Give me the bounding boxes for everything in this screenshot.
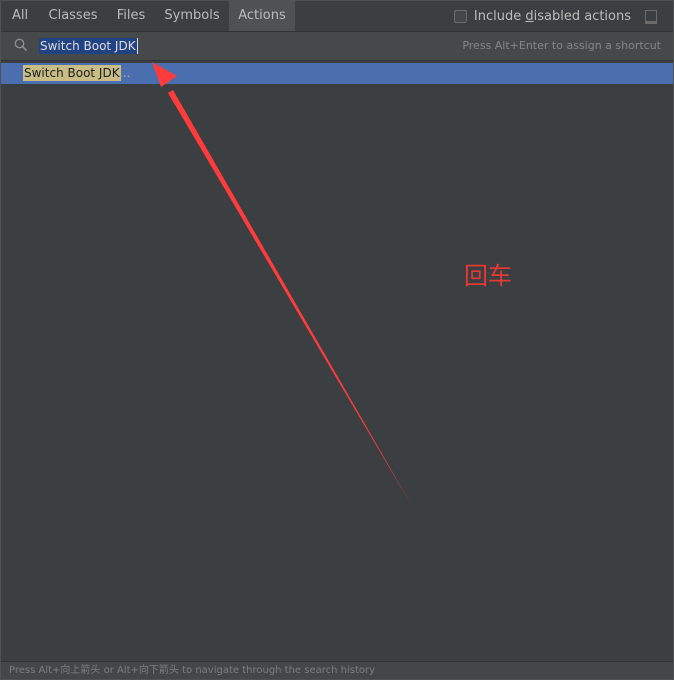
result-label: Switch Boot JDK bbox=[23, 65, 121, 81]
tab-symbols[interactable]: Symbols bbox=[155, 1, 229, 31]
status-footer: Press Alt+向上箭头 or Alt+向下箭头 to navigate t… bbox=[1, 661, 673, 679]
tab-actions[interactable]: Actions bbox=[229, 1, 295, 31]
tab-files[interactable]: Files bbox=[107, 1, 155, 31]
shortcut-hint: Press Alt+Enter to assign a shortcut bbox=[462, 39, 661, 52]
search-bar: Switch Boot JDK Press Alt+Enter to assig… bbox=[1, 32, 673, 61]
result-item-switch-boot-jdk[interactable]: Switch Boot JDK ... bbox=[1, 63, 673, 84]
search-everywhere-popup: All Classes Files Symbols Actions Includ… bbox=[0, 0, 674, 680]
include-disabled-checkbox[interactable] bbox=[453, 9, 467, 23]
include-disabled-actions-toggle[interactable]: Include disabled actions bbox=[453, 1, 631, 31]
pin-window-icon[interactable] bbox=[645, 10, 657, 24]
tab-classes[interactable]: Classes bbox=[39, 1, 107, 31]
annotation-arrow bbox=[152, 62, 412, 506]
search-input[interactable]: Switch Boot JDK bbox=[39, 38, 138, 54]
tab-all[interactable]: All bbox=[1, 1, 39, 31]
footer-hint: Press Alt+向上箭头 or Alt+向下箭头 to navigate t… bbox=[9, 665, 376, 676]
result-ellipsis: ... bbox=[119, 66, 131, 80]
search-icon bbox=[14, 38, 28, 52]
include-disabled-label: Include disabled actions bbox=[473, 8, 631, 24]
annotation-text: 回车 bbox=[464, 262, 512, 290]
tab-bar: All Classes Files Symbols Actions Includ… bbox=[1, 1, 673, 32]
